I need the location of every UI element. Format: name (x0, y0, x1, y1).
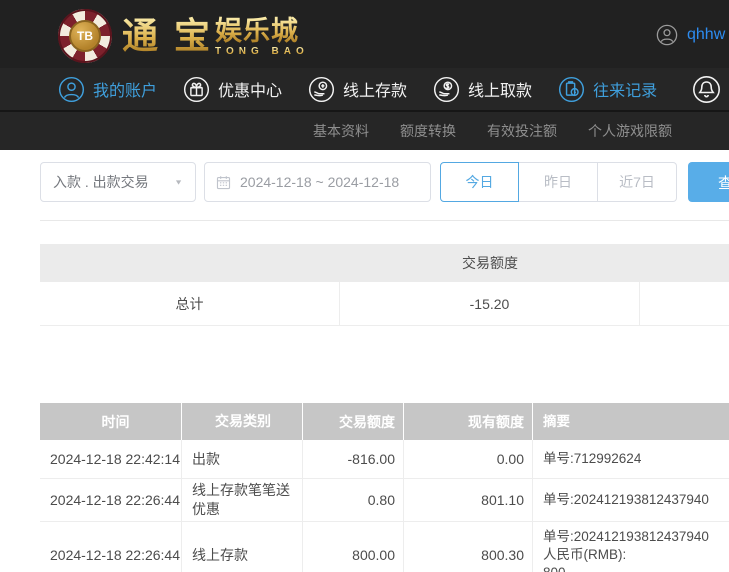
date-range-value: 2024-12-18 ~ 2024-12-18 (240, 174, 400, 190)
transactions-table-header: 时间 交易类别 交易额度 现有额度 摘要 (40, 403, 729, 440)
deposit-icon (308, 76, 335, 102)
transaction-type-value: 入款 . 出款交易 (53, 174, 149, 190)
chip-tb-label: TB (69, 20, 101, 52)
logo-title-rest: 娱乐城 (215, 16, 309, 46)
transaction-type-select[interactable]: 入款 . 出款交易 ▼ (40, 162, 196, 202)
column-header-amount: 交易额度 (303, 403, 404, 440)
filter-row: 入款 . 出款交易 ▼ 2024-12-18 ~ 2024-12-18 今日 昨… (40, 162, 729, 202)
cell-time: 2024-12-18 22:26:44 (40, 479, 182, 521)
nav-item-transaction-records[interactable]: 往来记录 (558, 76, 657, 103)
cell-time: 2024-12-18 22:26:44 (40, 522, 182, 572)
quick-date-button-group: 今日 昨日 近7日 (440, 162, 677, 202)
nav-label: 优惠中心 (218, 83, 283, 100)
subnav-item-valid-bets[interactable]: 有效投注额 (487, 121, 557, 141)
summary-line: 单号:202412193812437940 (543, 492, 709, 507)
summary-line: 人民币(RMB): (543, 547, 627, 562)
last-7-days-button[interactable]: 近7日 (598, 162, 677, 202)
cell-summary: 单号:202412193812437940 人民币(RMB): 800 (533, 522, 729, 572)
content-area: 入款 . 出款交易 ▼ 2024-12-18 ~ 2024-12-18 今日 昨… (0, 162, 729, 572)
cell-balance: 800.30 (404, 522, 533, 572)
cell-type: 出款 (182, 440, 303, 478)
nav-label: 线上存款 (343, 83, 408, 100)
divider (40, 220, 729, 221)
nav-label: 线上取款 (468, 83, 533, 100)
sub-navigation: 基本资料 额度转换 有效投注额 个人游戏限额 (0, 110, 729, 150)
summary-table: 交易额度 总计 -15.20 (40, 244, 729, 326)
nav-item-promotions[interactable]: 优惠中心 (183, 76, 282, 103)
summary-total-row: 总计 -15.20 (40, 282, 729, 326)
cell-type: 线上存款笔笔送优惠 (182, 479, 303, 521)
cell-amount: 800.00 (303, 522, 404, 572)
subnav-item-credit-transfer[interactable]: 额度转换 (400, 121, 456, 141)
calendar-icon (216, 175, 231, 189)
top-header: TB 通 宝 娱乐城 TONG BAO qhhw (0, 0, 729, 68)
today-button[interactable]: 今日 (440, 162, 519, 202)
user-account[interactable]: qhhw (656, 24, 725, 46)
table-row: 2024-12-18 22:26:44 线上存款笔笔送优惠 0.80 801.1… (40, 479, 729, 522)
summary-header-amount: 交易额度 (462, 255, 518, 271)
search-button[interactable]: 查询 (688, 162, 729, 202)
username: qhhw (687, 26, 726, 43)
cell-summary: 单号:712992624 (533, 440, 729, 478)
bell-icon (693, 75, 720, 103)
logo-text: 通 宝 娱乐城 TONG BAO (122, 14, 309, 58)
cell-balance: 801.10 (404, 479, 533, 521)
nav-label: 往来记录 (593, 83, 658, 100)
nav-item-online-withdraw[interactable]: 线上取款 (433, 76, 532, 103)
subnav-item-game-limits[interactable]: 个人游戏限额 (588, 121, 672, 141)
column-header-balance: 现有额度 (404, 403, 533, 440)
summary-line: 800 (543, 564, 566, 572)
logo-title-main: 通 宝 (122, 15, 214, 56)
cell-balance: 0.00 (404, 440, 533, 478)
subnav-item-basic-info[interactable]: 基本资料 (313, 121, 369, 141)
cell-amount: -816.00 (303, 440, 404, 478)
cell-summary: 单号:202412193812437940 (533, 479, 729, 521)
nav-item-online-deposit[interactable]: 线上存款 (308, 76, 407, 103)
column-header-type: 交易类别 (182, 403, 303, 440)
transactions-table: 时间 交易类别 交易额度 现有额度 摘要 2024-12-18 22:42:14… (40, 403, 729, 572)
nav-item-my-account[interactable]: 我的账户 (58, 76, 157, 103)
table-row: 2024-12-18 22:42:14 出款 -816.00 0.00 单号:7… (40, 440, 729, 479)
summary-total-value: -15.20 (340, 282, 640, 325)
date-range-input[interactable]: 2024-12-18 ~ 2024-12-18 (204, 162, 431, 202)
column-header-time: 时间 (40, 403, 182, 440)
logo-subtitle: TONG BAO (215, 46, 309, 57)
gift-icon (183, 76, 210, 102)
chevron-down-icon: ▼ (174, 178, 183, 186)
records-icon (559, 76, 585, 102)
avatar-icon (656, 24, 678, 46)
main-navigation: 我的账户 优惠中心 线上存款 线上取款 往来记录 (0, 68, 729, 110)
cell-time: 2024-12-18 22:42:14 (40, 440, 182, 478)
table-row: 2024-12-18 22:26:44 线上存款 800.00 800.30 单… (40, 522, 729, 572)
user-icon (58, 76, 85, 102)
summary-line: 单号:712992624 (543, 451, 642, 466)
poker-chip-logo-icon: TB (58, 9, 112, 63)
yesterday-button[interactable]: 昨日 (519, 162, 598, 202)
site-logo[interactable]: TB 通 宝 娱乐城 TONG BAO (58, 9, 309, 63)
withdraw-icon (434, 76, 460, 102)
nav-label: 我的账户 (93, 83, 158, 100)
cell-amount: 0.80 (303, 479, 404, 521)
summary-total-label: 总计 (40, 282, 340, 325)
summary-table-header: 交易额度 (40, 244, 729, 282)
summary-line: 单号:202412193812437940 (543, 529, 709, 544)
notifications-button[interactable] (692, 75, 721, 104)
cell-type: 线上存款 (182, 522, 303, 572)
column-header-summary: 摘要 (543, 413, 570, 429)
